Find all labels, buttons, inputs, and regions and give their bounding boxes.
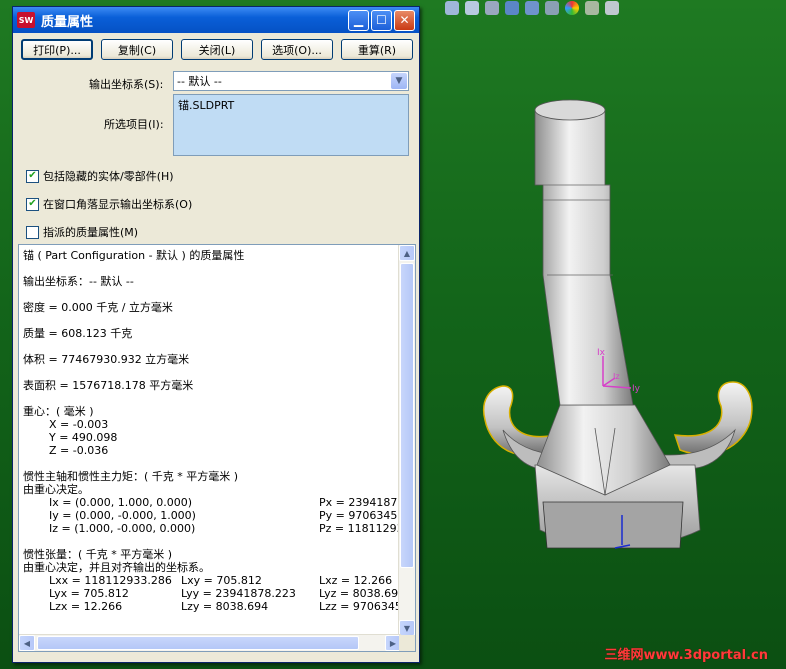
results-text: 锚 ( Part Configuration - 默认 ) 的质量属性 输出坐标… xyxy=(23,249,415,613)
checkbox-label: 在窗口角落显示输出坐标系(O) xyxy=(43,198,193,211)
checkbox-label: 包括隐藏的实体/零部件(H) xyxy=(43,170,174,183)
horizontal-scroll-thumb[interactable] xyxy=(37,636,359,650)
dialog-titlebar[interactable]: SW 质量属性 ▁ ☐ ✕ xyxy=(13,7,419,33)
tensor-cell: Lzx = 12.266 xyxy=(49,600,123,613)
surface-area-line: 表面积 = 1576718.178 平方毫米 xyxy=(23,379,194,392)
principal-row-ix: Ix = (0.000, 1.000, 0.000) Px = 23941877… xyxy=(23,496,415,509)
options-button[interactable]: 选项(O)... xyxy=(261,39,333,60)
principal-moment: Pz = 118112933 xyxy=(319,522,411,535)
list-item[interactable]: 锚.SLDPRT xyxy=(178,97,404,113)
selected-items-label: 所选项目(I): xyxy=(104,118,164,131)
chevron-down-icon[interactable]: ▼ xyxy=(391,73,407,89)
anchor-model[interactable]: Ix Iy Iz xyxy=(455,90,775,560)
hide-show-icon[interactable] xyxy=(545,1,559,15)
vertical-scrollbar[interactable]: ▲ ▼ xyxy=(398,245,415,636)
tensor-title: 惯性张量：( 千克 * 平方毫米 ) xyxy=(23,548,173,561)
tensor-cell: Lzy = 8038.694 xyxy=(181,600,269,613)
anchor-right-arm xyxy=(673,381,753,456)
recalculate-button[interactable]: 重算(R) xyxy=(341,39,413,60)
checkbox-checked-icon[interactable]: ✔ xyxy=(26,197,39,211)
anchor-block-face xyxy=(542,501,684,549)
scroll-left-icon[interactable]: ◀ xyxy=(19,635,35,651)
zoom-area-icon[interactable] xyxy=(465,1,479,15)
principal-row-iz: Iz = (1.000, -0.000, 0.000) Pz = 1181129… xyxy=(23,522,411,535)
maximize-icon: ☐ xyxy=(376,13,387,27)
scene-icon[interactable] xyxy=(585,1,599,15)
copy-button[interactable]: 复制(C) xyxy=(101,39,173,60)
volume-line: 体积 = 77467930.932 立方毫米 xyxy=(23,353,190,366)
tensor-cell: Lyz = 8038.694 xyxy=(319,587,406,600)
centroid-y: Y = 490.098 xyxy=(49,431,118,444)
vertical-scroll-thumb[interactable] xyxy=(400,263,414,568)
results-coord-line: 输出坐标系：-- 默认 -- xyxy=(23,275,134,288)
section-view-icon[interactable] xyxy=(485,1,499,15)
tensor-row-x: Lxx = 118112933.286 Lxy = 705.812 Lxz = … xyxy=(23,574,398,587)
principal-axis: Iz = (1.000, -0.000, 0.000) xyxy=(49,522,196,535)
close-icon: ✕ xyxy=(399,13,410,27)
anchor-shaft xyxy=(534,109,634,406)
output-coord-value: -- 默认 -- xyxy=(177,75,222,88)
close-window-button[interactable]: ✕ xyxy=(394,9,415,31)
mass-line: 质量 = 608.123 千克 xyxy=(23,327,133,340)
assigned-mass-checkbox[interactable]: 指派的质量属性(M) xyxy=(26,224,138,240)
view-toolbar xyxy=(445,0,786,16)
principal-sub: 由重心决定。 xyxy=(23,483,89,496)
principal-axis: Iy = (0.000, -0.000, 1.000) xyxy=(49,509,196,522)
show-coord-corner-checkbox[interactable]: ✔ 在窗口角落显示输出坐标系(O) xyxy=(26,196,192,212)
minimize-button[interactable]: ▁ xyxy=(348,9,369,31)
display-style-icon[interactable] xyxy=(525,1,539,15)
selected-items-list[interactable]: 锚.SLDPRT xyxy=(173,94,409,156)
tensor-cell: Lyy = 23941878.223 xyxy=(181,587,296,600)
tensor-cell: Lyx = 705.812 xyxy=(49,587,129,600)
output-coord-label: 输出坐标系(S): xyxy=(89,78,164,91)
anchor-shaft-top xyxy=(534,99,606,121)
maximize-button[interactable]: ☐ xyxy=(371,9,392,31)
print-button[interactable]: 打印(P)... xyxy=(21,39,93,60)
density-line: 密度 = 0.000 千克 / 立方毫米 xyxy=(23,301,173,314)
dialog-button-row: 打印(P)... 复制(C) 关闭(L) 选项(O)... 重算(R) xyxy=(21,39,413,60)
solidworks-app-icon: SW xyxy=(17,12,35,28)
tensor-sub: 由重心决定，并且对齐输出的坐标系。 xyxy=(23,561,210,574)
tensor-row-z: Lzx = 12.266 Lzy = 8038.694 Lzz = 970634… xyxy=(23,600,412,613)
mass-properties-results[interactable]: 锚 ( Part Configuration - 默认 ) 的质量属性 输出坐标… xyxy=(18,244,416,652)
include-hidden-checkbox[interactable]: ✔ 包括隐藏的实体/零部件(H) xyxy=(26,168,174,184)
tensor-row-y: Lyx = 705.812 Lyy = 23941878.223 Lyz = 8… xyxy=(23,587,405,600)
dialog-title: 质量属性 xyxy=(41,14,94,30)
tensor-cell: Lxy = 705.812 xyxy=(181,574,262,587)
tensor-cell: Lxx = 118112933.286 xyxy=(49,574,172,587)
output-coord-select[interactable]: -- 默认 -- ▼ xyxy=(173,71,409,91)
centroid-x: X = -0.003 xyxy=(49,418,109,431)
watermark: 三维网www.3dportal.cn xyxy=(604,648,768,663)
close-button[interactable]: 关闭(L) xyxy=(181,39,253,60)
triad-label-iy: Iy xyxy=(632,384,641,394)
mass-properties-dialog: SW 质量属性 ▁ ☐ ✕ 打印(P)... 复制(C) 关闭(L) 选项(O)… xyxy=(12,6,420,663)
principal-title: 惯性主轴和惯性主力矩：( 千克 * 平方毫米 ) xyxy=(23,470,239,483)
scrollbar-corner xyxy=(399,635,415,651)
appearance-icon[interactable] xyxy=(565,1,579,15)
triad-label-iz: Iz xyxy=(613,372,620,381)
checkbox-checked-icon[interactable]: ✔ xyxy=(26,169,39,183)
tensor-cell: Lxz = 12.266 xyxy=(319,574,393,587)
checkbox-label: 指派的质量属性(M) xyxy=(43,226,139,239)
principal-row-iy: Iy = (0.000, -0.000, 1.000) Py = 9706345… xyxy=(23,509,415,522)
results-header: 锚 ( Part Configuration - 默认 ) 的质量属性 xyxy=(23,249,245,262)
centroid-title: 重心：( 毫米 ) xyxy=(23,405,94,418)
triad-label-ix: Ix xyxy=(597,348,606,358)
view-settings-icon[interactable] xyxy=(605,1,619,15)
view-orientation-icon[interactable] xyxy=(505,1,519,15)
principal-axis: Ix = (0.000, 1.000, 0.000) xyxy=(49,496,193,509)
centroid-z: Z = -0.036 xyxy=(49,444,109,457)
checkbox-unchecked-icon[interactable] xyxy=(26,225,39,239)
minimize-icon: ▁ xyxy=(353,13,364,27)
scroll-down-icon[interactable]: ▼ xyxy=(399,620,415,636)
horizontal-scrollbar[interactable]: ◀ ▶ xyxy=(19,634,401,651)
scroll-up-icon[interactable]: ▲ xyxy=(399,245,415,261)
zoom-fit-icon[interactable] xyxy=(445,1,459,15)
